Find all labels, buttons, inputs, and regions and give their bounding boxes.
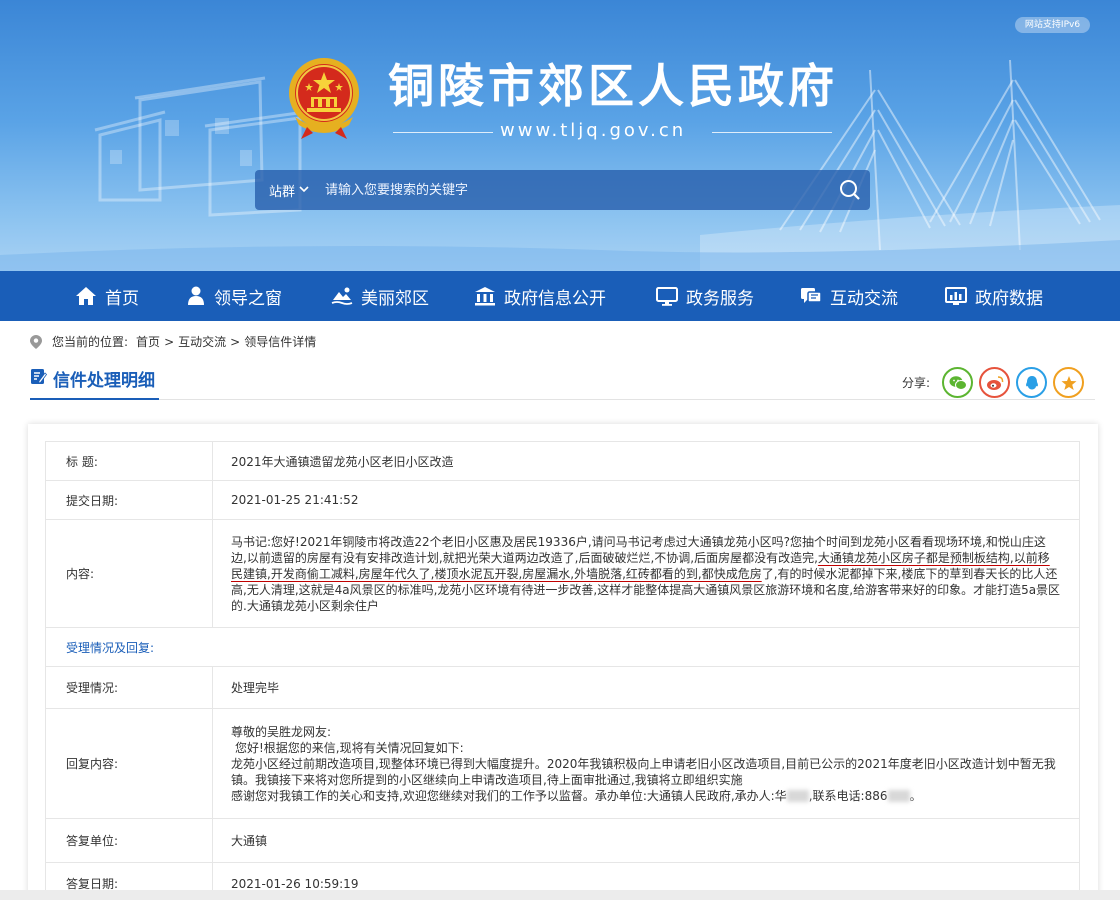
site-url: www.tljq.gov.cn [500, 120, 687, 141]
reply-section-label: 受理情况及回复: [45, 627, 1080, 667]
star-icon [1061, 375, 1077, 390]
letter-detail-table: 标 题: 2021年大通镇遗留龙苑小区老旧小区改造 提交日期: 2021-01-… [45, 441, 1080, 900]
breadcrumb-separator: > [230, 334, 241, 349]
reply-line-3-a: 感谢您对我镇工作的关心和支持,欢迎您继续对我们的工作予以监督。承办单位:大通镇人… [231, 788, 787, 803]
nav-item-label: 政府信息公开 [504, 288, 606, 309]
search-input[interactable] [317, 170, 830, 210]
breadcrumb-current: 领导信件详情 [244, 335, 317, 349]
status-label: 受理情况: [45, 666, 213, 709]
nav-item-beautiful-suburb[interactable]: 美丽郊区 [331, 271, 429, 321]
nav-item-label: 政府数据 [975, 288, 1043, 309]
person-icon [188, 286, 204, 305]
edit-document-icon [31, 369, 47, 384]
submit-date-label: 提交日期: [45, 480, 213, 520]
reply-unit-label: 答复单位: [45, 818, 213, 863]
letter-detail-panel: 标 题: 2021年大通镇遗留龙苑小区老旧小区改造 提交日期: 2021-01-… [28, 424, 1098, 900]
scenery-icon [331, 287, 353, 305]
reply-content-value: 尊敬的吴胜龙网友: 您好!根据您的来信,现将有关情况回复如下: 龙苑小区经过前期改造… [212, 708, 1080, 819]
section-title-text: 信件处理明细 [53, 371, 155, 391]
site-group-label: 站群 [269, 184, 296, 200]
redacted-name [786, 790, 809, 802]
nav-item-gov-data[interactable]: 政府数据 [945, 271, 1043, 321]
table-row: 回复内容: 尊敬的吴胜龙网友: 您好!根据您的来信,现将有关情况回复如下: 龙苑小区… [45, 708, 1080, 819]
url-decor-line-left [393, 132, 493, 133]
share-bar: 分享: [902, 367, 1085, 398]
page-bottom-strip [0, 890, 1120, 900]
nav-item-label: 首页 [105, 288, 139, 309]
search-bar: 站群 [255, 170, 870, 210]
chevron-down-icon [299, 185, 309, 196]
redacted-phone [887, 790, 910, 802]
reply-content-label: 回复内容: [45, 708, 213, 819]
reply-line-2: 龙苑小区经过前期改造项目,现整体环境已得到大幅度提升。2020年我镇积极向上申请… [231, 756, 1056, 787]
nav-item-leaders[interactable]: 领导之窗 [186, 271, 282, 321]
reply-line-3-b: ,联系电话:886 [808, 788, 888, 803]
search-icon [840, 180, 860, 200]
letter-content-value: 马书记:您好!2021年铜陵市将改造22个老旧小区惠及居民19336户,请问马书… [212, 519, 1080, 628]
nav-item-gov-services[interactable]: 政务服务 [656, 271, 754, 321]
chat-icon [801, 288, 822, 303]
share-label: 分享: [902, 376, 931, 390]
nav-item-label: 互动交流 [830, 288, 898, 309]
nav-item-label: 政务服务 [686, 288, 754, 309]
table-row: 提交日期: 2021-01-25 21:41:52 [45, 480, 1080, 520]
breadcrumb-prefix: 您当前的位置: [52, 335, 129, 349]
table-row: 内容: 马书记:您好!2021年铜陵市将改造22个老旧小区惠及居民19336户,… [45, 519, 1080, 628]
content-label: 内容: [45, 519, 213, 628]
reply-unit-value: 大通镇 [212, 818, 1080, 863]
nav-item-gov-info[interactable]: 政府信息公开 [474, 271, 606, 321]
table-row: 受理情况及回复: [45, 627, 1080, 667]
wechat-icon [949, 375, 967, 390]
reply-line-3: 感谢您对我镇工作的关心和支持,欢迎您继续对我们的工作予以监督。承办单位:大通镇人… [231, 788, 1061, 804]
search-button[interactable] [830, 170, 870, 210]
qq-share-button[interactable] [1016, 367, 1048, 398]
government-building-icon [475, 287, 495, 306]
section-title: 信件处理明细 [30, 364, 159, 400]
letter-title-value: 2021年大通镇遗留龙苑小区老旧小区改造 [212, 441, 1080, 481]
qq-icon [1025, 375, 1038, 389]
submit-date-value: 2021-01-25 21:41:52 [212, 480, 1080, 520]
ipv6-support-badge: 网站支持IPv6 [1015, 17, 1090, 33]
nav-item-label: 美丽郊区 [361, 288, 429, 309]
reply-greeting: 尊敬的吴胜龙网友: [231, 724, 332, 739]
data-chart-icon [945, 287, 967, 305]
section-divider [30, 399, 1095, 400]
table-row: 标 题: 2021年大通镇遗留龙苑小区老旧小区改造 [45, 441, 1080, 481]
status-value: 处理完毕 [212, 666, 1080, 709]
location-pin-icon [30, 334, 42, 349]
reply-line-3-end: 。 [909, 788, 922, 803]
nav-item-home[interactable]: 首页 [75, 271, 139, 321]
home-icon [76, 287, 96, 305]
main-navigation: 首页 领导之窗 美丽郊区 政府信息公开 政务服务 互动交流 政府数据 [0, 271, 1120, 321]
wechat-share-button[interactable] [942, 367, 974, 398]
favorite-share-button[interactable] [1053, 367, 1085, 398]
breadcrumb-home-link[interactable]: 首页 [136, 333, 160, 350]
national-emblem-icon [289, 58, 359, 139]
breadcrumb: 您当前的位置: 首页 > 互动交流 > 领导信件详情 [30, 333, 316, 350]
url-decor-line-right [712, 132, 832, 133]
nav-item-label: 领导之窗 [214, 288, 282, 309]
table-row: 受理情况: 处理完毕 [45, 666, 1080, 709]
title-label: 标 题: [45, 441, 213, 481]
monitor-icon [656, 287, 678, 306]
site-header-banner: 网站支持IPv6 铜陵市郊区人民政府 www.tljq.gov.cn 站群 [0, 0, 1120, 271]
weibo-icon [986, 375, 1003, 390]
site-group-dropdown[interactable]: 站群 [255, 181, 317, 200]
breadcrumb-separator: > [164, 334, 175, 349]
nav-item-interaction[interactable]: 互动交流 [800, 271, 898, 321]
breadcrumb-interaction-link[interactable]: 互动交流 [178, 333, 226, 350]
reply-line-1: 您好!根据您的来信,现将有关情况回复如下: [235, 740, 464, 755]
weibo-share-button[interactable] [979, 367, 1011, 398]
site-title: 铜陵市郊区人民政府 [388, 59, 838, 113]
table-row: 答复单位: 大通镇 [45, 818, 1080, 863]
